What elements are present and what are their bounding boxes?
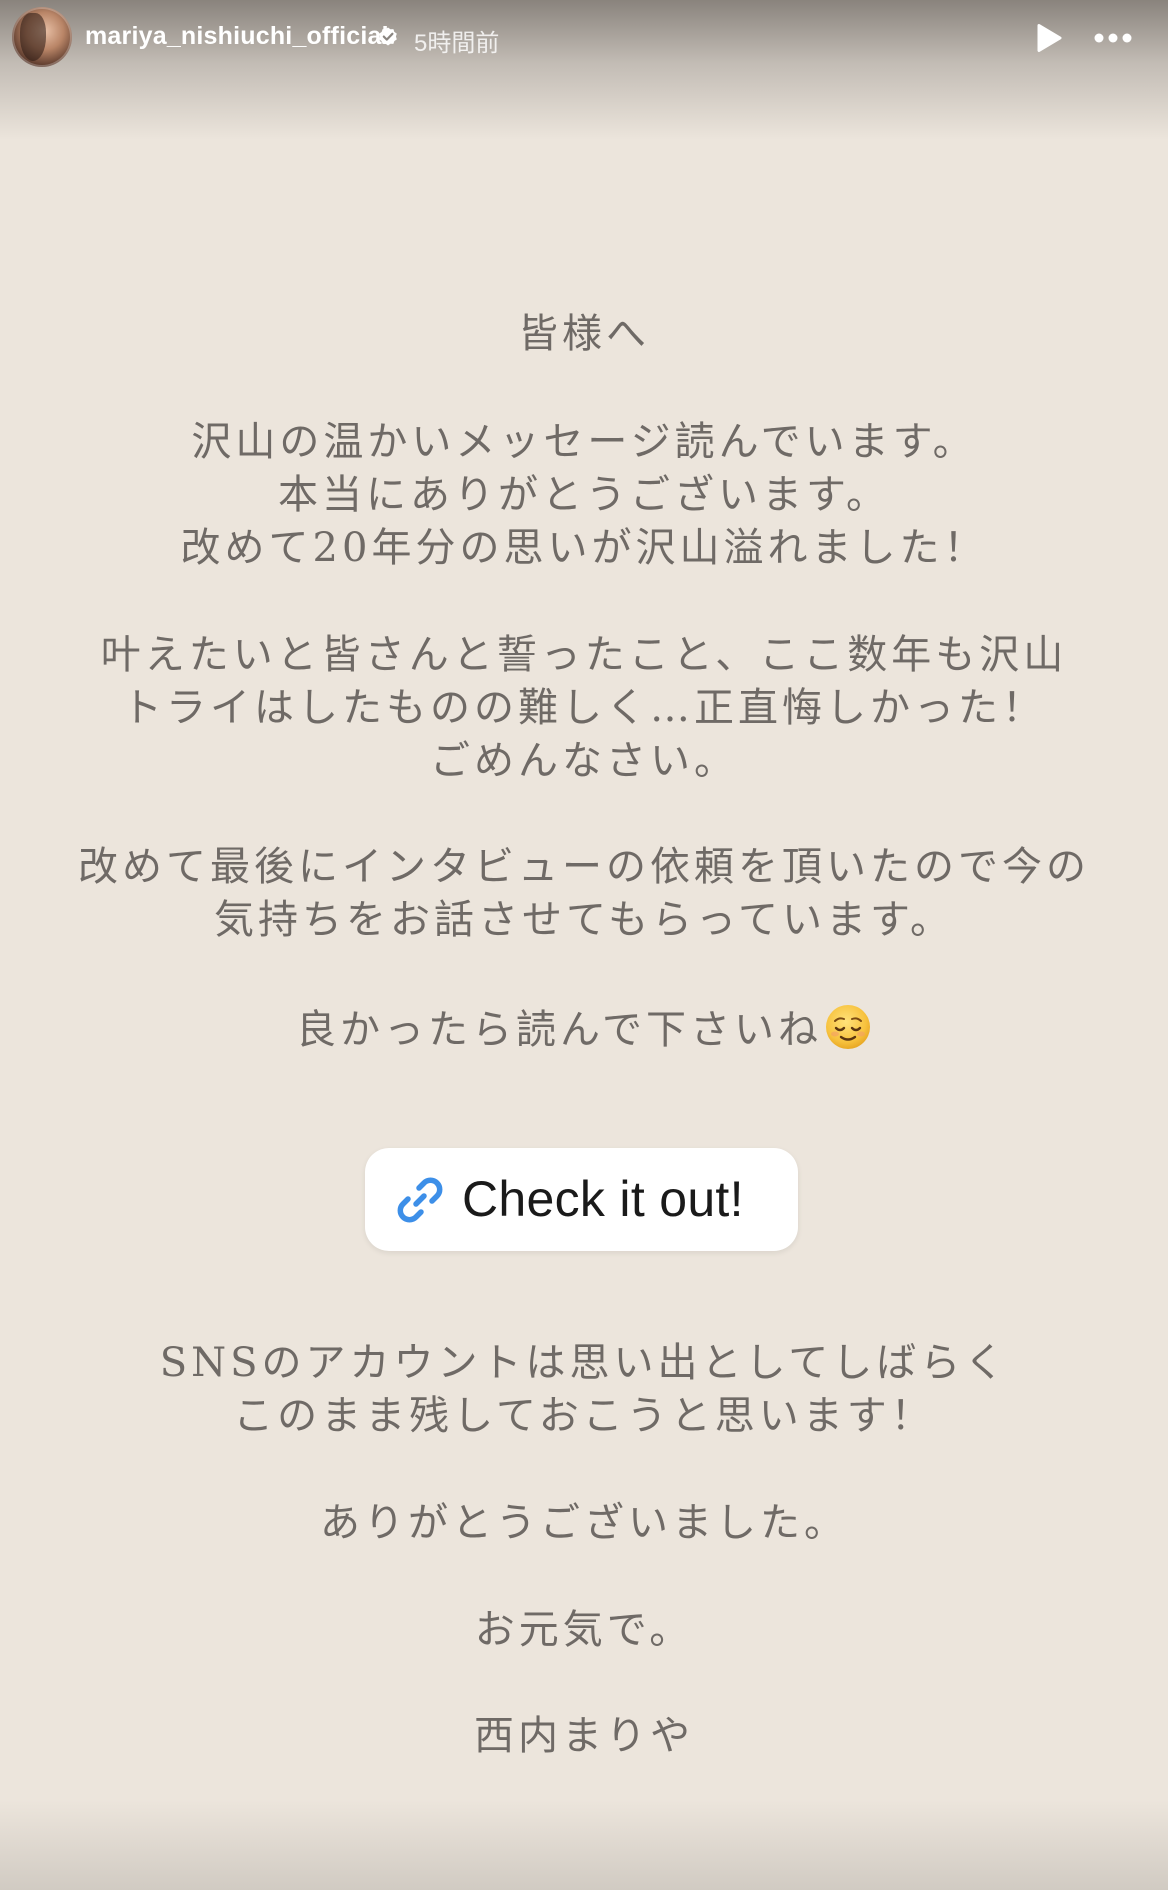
story-viewer[interactable]: mariya_nishiuchi_official 5時間前 皆様へ 沢山の温か… bbox=[0, 0, 1168, 1890]
message-line: 気持ちをお話させてもらっています。 bbox=[214, 897, 954, 943]
message-line: ごめんなさい。 bbox=[430, 738, 738, 784]
story-header: mariya_nishiuchi_official 5時間前 bbox=[0, 0, 1168, 78]
closing-line: 良かったら読んで下さいね bbox=[0, 1003, 1168, 1057]
signature-line: 西内まりや bbox=[474, 1713, 694, 1759]
greeting-line: 皆様へ bbox=[518, 311, 650, 357]
link-icon bbox=[397, 1177, 443, 1223]
message-line: 本当にありがとうございます。 bbox=[278, 472, 890, 518]
link-sticker-label: Check it out! bbox=[462, 1171, 744, 1227]
relieved-face-icon bbox=[826, 1005, 870, 1049]
message-line: このまま残しておこうと思います！ bbox=[233, 1393, 935, 1439]
link-sticker-button[interactable]: Check it out! bbox=[365, 1148, 798, 1251]
verified-badge-icon bbox=[379, 27, 397, 46]
thanks-line: ありがとうございました。 bbox=[320, 1500, 848, 1546]
message-line: SNSのアカウントは思い出としてしばらく bbox=[159, 1340, 1009, 1386]
closing-text: 良かったら読んで下さいね bbox=[296, 1007, 822, 1053]
message-line: 改めて20年分の思いが沢山溢れました！ bbox=[180, 525, 988, 571]
play-icon[interactable] bbox=[1034, 22, 1064, 54]
avatar[interactable] bbox=[12, 7, 72, 67]
post-timestamp: 5時間前 bbox=[414, 30, 500, 57]
bottom-gradient bbox=[0, 1800, 1168, 1890]
message-line: トライはしたものの難しく…正直悔しかった！ bbox=[122, 685, 1046, 731]
message-line: 叶えたいと皆さんと誓ったこと、ここ数年も沢山 bbox=[100, 632, 1068, 678]
username[interactable]: mariya_nishiuchi_official bbox=[85, 22, 389, 51]
more-options-icon[interactable] bbox=[1093, 30, 1133, 46]
message-line: 改めて最後にインタビューの依頼を頂いたので今の bbox=[78, 844, 1090, 890]
message-line: 沢山の温かいメッセージ読んでいます。 bbox=[191, 419, 977, 465]
farewell-line: お元気で。 bbox=[474, 1607, 694, 1653]
